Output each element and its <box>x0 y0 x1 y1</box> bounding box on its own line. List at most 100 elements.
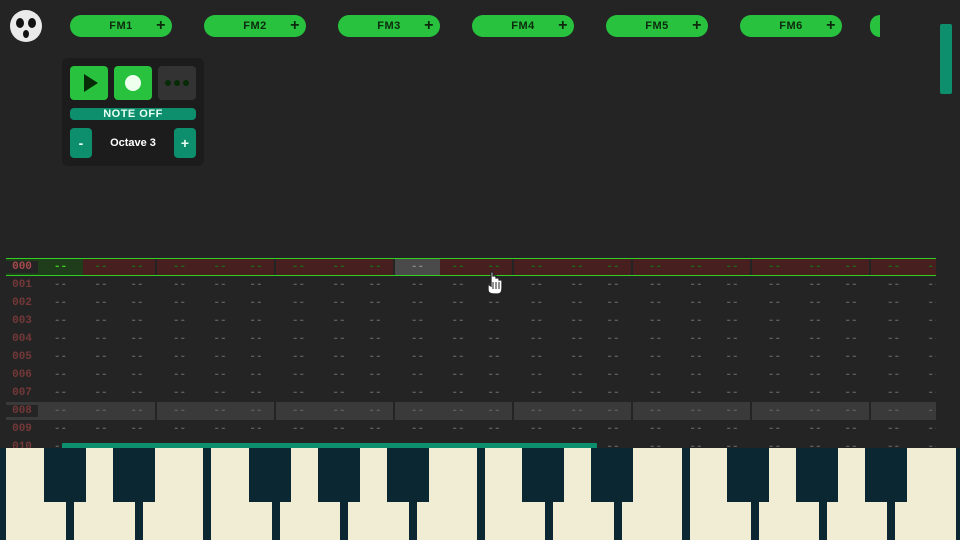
tracker-cell[interactable]: -- <box>395 348 440 366</box>
tracker-cell[interactable]: -- <box>514 330 559 348</box>
tracker-cell[interactable]: -- <box>276 312 321 330</box>
tracker-cell[interactable]: -- <box>797 366 833 384</box>
tracker-cell[interactable]: -- <box>238 348 274 366</box>
tracker-cell[interactable]: -- <box>714 366 750 384</box>
tracker-cell[interactable]: -- <box>357 330 393 348</box>
tracker-cell[interactable]: -- <box>395 276 440 294</box>
tracker-cell[interactable]: -- <box>916 312 936 330</box>
tracker-cell[interactable]: -- <box>559 312 595 330</box>
tracker-cell[interactable]: -- <box>357 276 393 294</box>
tracker-cell[interactable]: -- <box>476 276 512 294</box>
tracker-cell[interactable]: -- <box>440 402 476 420</box>
tracker-cell[interactable]: -- <box>633 420 678 438</box>
tracker-cell[interactable]: -- <box>357 402 393 420</box>
tracker-cell[interactable]: -- <box>238 366 274 384</box>
tracker-cell[interactable]: -- <box>871 294 916 312</box>
tracker-cell[interactable]: -- <box>559 276 595 294</box>
tracker-cell[interactable]: -- <box>833 366 869 384</box>
tracker-row[interactable]: 008-------------------------------------… <box>6 402 936 420</box>
tracker-cell[interactable]: -- <box>276 330 321 348</box>
tracker-cell[interactable]: -- <box>202 259 238 275</box>
tracker-cell[interactable]: -- <box>395 402 440 420</box>
tracker-cell[interactable]: -- <box>157 312 202 330</box>
tracker-cell[interactable]: -- <box>595 259 631 275</box>
tracker-cell[interactable]: -- <box>83 420 119 438</box>
piano-black-key[interactable] <box>865 448 907 502</box>
tracker-cell[interactable]: -- <box>871 402 916 420</box>
tracker-cell[interactable]: -- <box>714 384 750 402</box>
tracker-cell[interactable]: -- <box>395 312 440 330</box>
tracker-cell[interactable]: -- <box>38 312 83 330</box>
tracker-cell[interactable]: -- <box>276 294 321 312</box>
tracker-cell[interactable]: -- <box>916 366 936 384</box>
tracker-cell[interactable]: -- <box>440 312 476 330</box>
tracker-cell[interactable]: -- <box>871 348 916 366</box>
tracker-cell[interactable]: -- <box>916 330 936 348</box>
tracker-cell[interactable]: -- <box>238 276 274 294</box>
tracker-cell[interactable]: -- <box>321 259 357 275</box>
plus-icon[interactable]: + <box>156 17 166 35</box>
tracker-cell[interactable]: -- <box>83 402 119 420</box>
tracker-cell[interactable]: -- <box>276 420 321 438</box>
tracker-cell[interactable]: -- <box>752 259 797 275</box>
tracker-cell[interactable]: -- <box>395 259 440 275</box>
tracker-row[interactable]: 007-------------------------------------… <box>6 384 936 402</box>
tracker-cell[interactable]: -- <box>797 259 833 275</box>
tracker-cell[interactable]: -- <box>357 348 393 366</box>
tracker-cell[interactable]: -- <box>440 259 476 275</box>
tracker-cell[interactable]: -- <box>357 294 393 312</box>
tracker-cell[interactable]: -- <box>633 384 678 402</box>
tracker-cell[interactable]: -- <box>119 312 155 330</box>
tracker-cell[interactable]: -- <box>559 402 595 420</box>
record-button[interactable] <box>114 66 152 100</box>
tracker-cell[interactable]: -- <box>797 420 833 438</box>
tracker-cell[interactable]: -- <box>440 294 476 312</box>
tracker-cell[interactable]: -- <box>202 330 238 348</box>
tracker-cell[interactable]: -- <box>714 330 750 348</box>
tracker-cell[interactable]: -- <box>321 402 357 420</box>
tracker-cell[interactable]: -- <box>83 348 119 366</box>
tracker-cell[interactable]: -- <box>321 330 357 348</box>
tracker-cell[interactable]: -- <box>559 259 595 275</box>
tracker-cell[interactable]: -- <box>916 384 936 402</box>
tracker-cell[interactable]: -- <box>833 420 869 438</box>
tracker-cell[interactable]: -- <box>38 366 83 384</box>
tracker-cell[interactable]: -- <box>476 420 512 438</box>
tracker-cell[interactable]: -- <box>559 330 595 348</box>
tracker-row[interactable]: 006-------------------------------------… <box>6 366 936 384</box>
tracker-cell[interactable]: -- <box>119 420 155 438</box>
tracker-cell[interactable]: -- <box>321 276 357 294</box>
tracker-cell[interactable]: -- <box>238 402 274 420</box>
tracker-cell[interactable]: -- <box>797 348 833 366</box>
tracker-cell[interactable]: -- <box>714 276 750 294</box>
tracker-cell[interactable]: -- <box>321 294 357 312</box>
tracker-cell[interactable]: -- <box>38 420 83 438</box>
tracker-cell[interactable]: -- <box>395 330 440 348</box>
plus-icon[interactable]: + <box>826 17 836 35</box>
tracker-cell[interactable]: -- <box>797 384 833 402</box>
tracker-cell[interactable]: -- <box>514 348 559 366</box>
tracker-cell[interactable]: -- <box>395 294 440 312</box>
tracker-cell[interactable]: -- <box>440 276 476 294</box>
tracker-cell[interactable]: -- <box>276 366 321 384</box>
tracker-cell[interactable]: -- <box>395 384 440 402</box>
tracker-cell[interactable]: -- <box>514 384 559 402</box>
tracker-cell[interactable]: -- <box>202 366 238 384</box>
tracker-cell[interactable]: -- <box>476 312 512 330</box>
tracker-cell[interactable]: -- <box>514 276 559 294</box>
tracker-cell[interactable]: -- <box>514 420 559 438</box>
tracker-cell[interactable]: -- <box>238 384 274 402</box>
tracker-cell[interactable]: -- <box>514 402 559 420</box>
tracker-cell[interactable]: -- <box>714 312 750 330</box>
fm-tab-4[interactable]: FM4+ <box>472 15 574 37</box>
tracker-cell[interactable]: -- <box>678 276 714 294</box>
tracker-cell[interactable]: -- <box>595 276 631 294</box>
tracker-cell[interactable]: -- <box>833 384 869 402</box>
tracker-cell[interactable]: -- <box>202 420 238 438</box>
piano-black-key[interactable] <box>522 448 564 502</box>
tracker-cell[interactable]: -- <box>797 312 833 330</box>
tracker-cell[interactable]: -- <box>595 384 631 402</box>
tracker-cell[interactable]: -- <box>833 259 869 275</box>
tracker-cell[interactable]: -- <box>119 276 155 294</box>
tracker-cell[interactable]: -- <box>395 366 440 384</box>
